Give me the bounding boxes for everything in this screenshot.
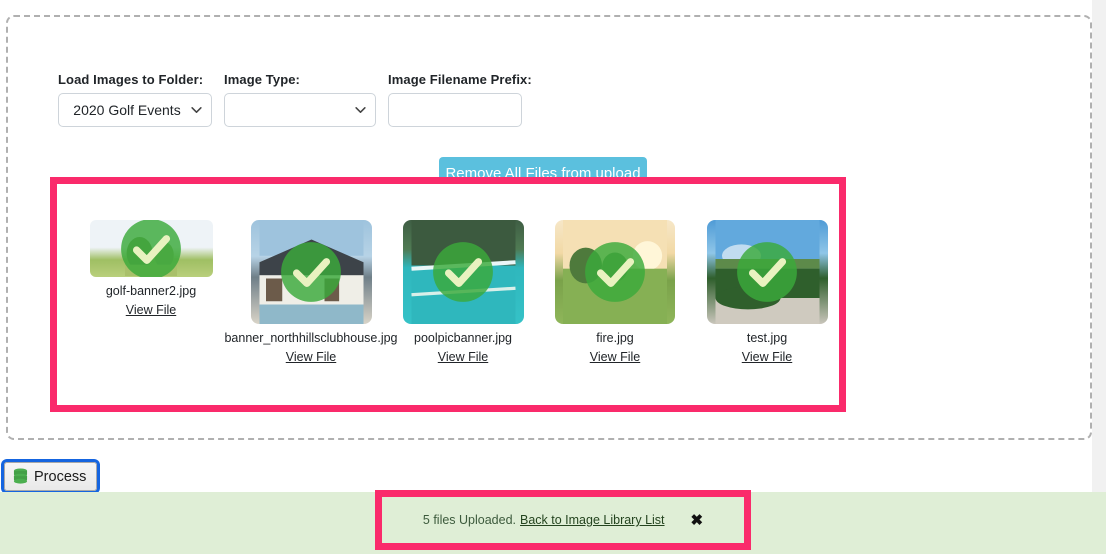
green-check-icon	[737, 242, 797, 302]
upload-status-message: 5 files Uploaded.	[422, 513, 517, 527]
view-file-link[interactable]: View File	[126, 303, 176, 317]
file-name: poolpicbanner.jpg	[414, 331, 512, 345]
green-check-icon	[281, 242, 341, 302]
folder-select-wrap: 2020 Golf Events	[58, 93, 212, 127]
green-check-icon	[585, 242, 645, 302]
back-to-image-library-link[interactable]: Back to Image Library List	[520, 513, 665, 527]
view-file-link[interactable]: View File	[438, 350, 488, 364]
file-card[interactable]: test.jpg View File	[679, 220, 855, 366]
view-file-link[interactable]: View File	[590, 350, 640, 364]
image-type-label: Image Type:	[224, 72, 300, 87]
file-thumbnail[interactable]	[402, 220, 524, 324]
file-card[interactable]: banner_northhillsclubhouse.jpg View File	[223, 220, 399, 366]
image-type-select-wrap	[224, 93, 376, 127]
file-thumbnail[interactable]	[89, 220, 213, 277]
file-thumbnail[interactable]	[555, 220, 675, 324]
file-card[interactable]: fire.jpg View File	[527, 220, 703, 366]
file-thumbnail[interactable]	[706, 220, 828, 324]
green-check-icon	[433, 242, 493, 302]
file-name: test.jpg	[746, 331, 788, 345]
upload-status-alert: 5 files Uploaded. Back to Image Library …	[382, 497, 744, 543]
upload-status-highlight: 5 files Uploaded. Back to Image Library …	[375, 490, 751, 550]
filename-prefix-label: Image Filename Prefix:	[388, 72, 532, 87]
folder-label: Load Images to Folder:	[58, 72, 204, 87]
green-check-icon	[121, 220, 181, 277]
file-name: golf-banner2.jpg	[105, 284, 197, 298]
view-file-link[interactable]: View File	[286, 350, 336, 364]
folder-select[interactable]: 2020 Golf Events	[58, 93, 212, 127]
database-stack-icon	[13, 468, 28, 484]
view-file-link[interactable]: View File	[742, 350, 792, 364]
upload-page: Load Images to Folder: 2020 Golf Events …	[0, 0, 1106, 554]
field-load-images-to-folder: Load Images to Folder: 2020 Golf Events	[58, 72, 212, 127]
page-scrollbar[interactable]	[1092, 0, 1106, 492]
image-type-select[interactable]	[224, 93, 376, 127]
file-card[interactable]: poolpicbanner.jpg View File	[375, 220, 551, 366]
uploaded-files-highlight: golf-banner2.jpg View File banner_northh…	[50, 177, 846, 412]
uploaded-files-list: golf-banner2.jpg View File banner_northh…	[57, 184, 839, 405]
process-button-label: Process	[34, 468, 87, 485]
file-name: fire.jpg	[596, 331, 634, 345]
field-image-type: Image Type:	[224, 72, 376, 127]
upload-form-row: Load Images to Folder: 2020 Golf Events …	[58, 72, 544, 127]
file-card[interactable]: golf-banner2.jpg View File	[63, 220, 239, 319]
file-name: banner_northhillsclubhouse.jpg	[224, 331, 398, 345]
file-dropzone[interactable]: Load Images to Folder: 2020 Golf Events …	[6, 15, 1092, 440]
filename-prefix-input[interactable]	[388, 93, 522, 127]
file-thumbnail[interactable]	[250, 220, 372, 324]
close-icon[interactable]: ✖	[691, 513, 704, 528]
process-button[interactable]: Process	[4, 462, 98, 491]
field-image-filename-prefix: Image Filename Prefix:	[388, 72, 532, 127]
